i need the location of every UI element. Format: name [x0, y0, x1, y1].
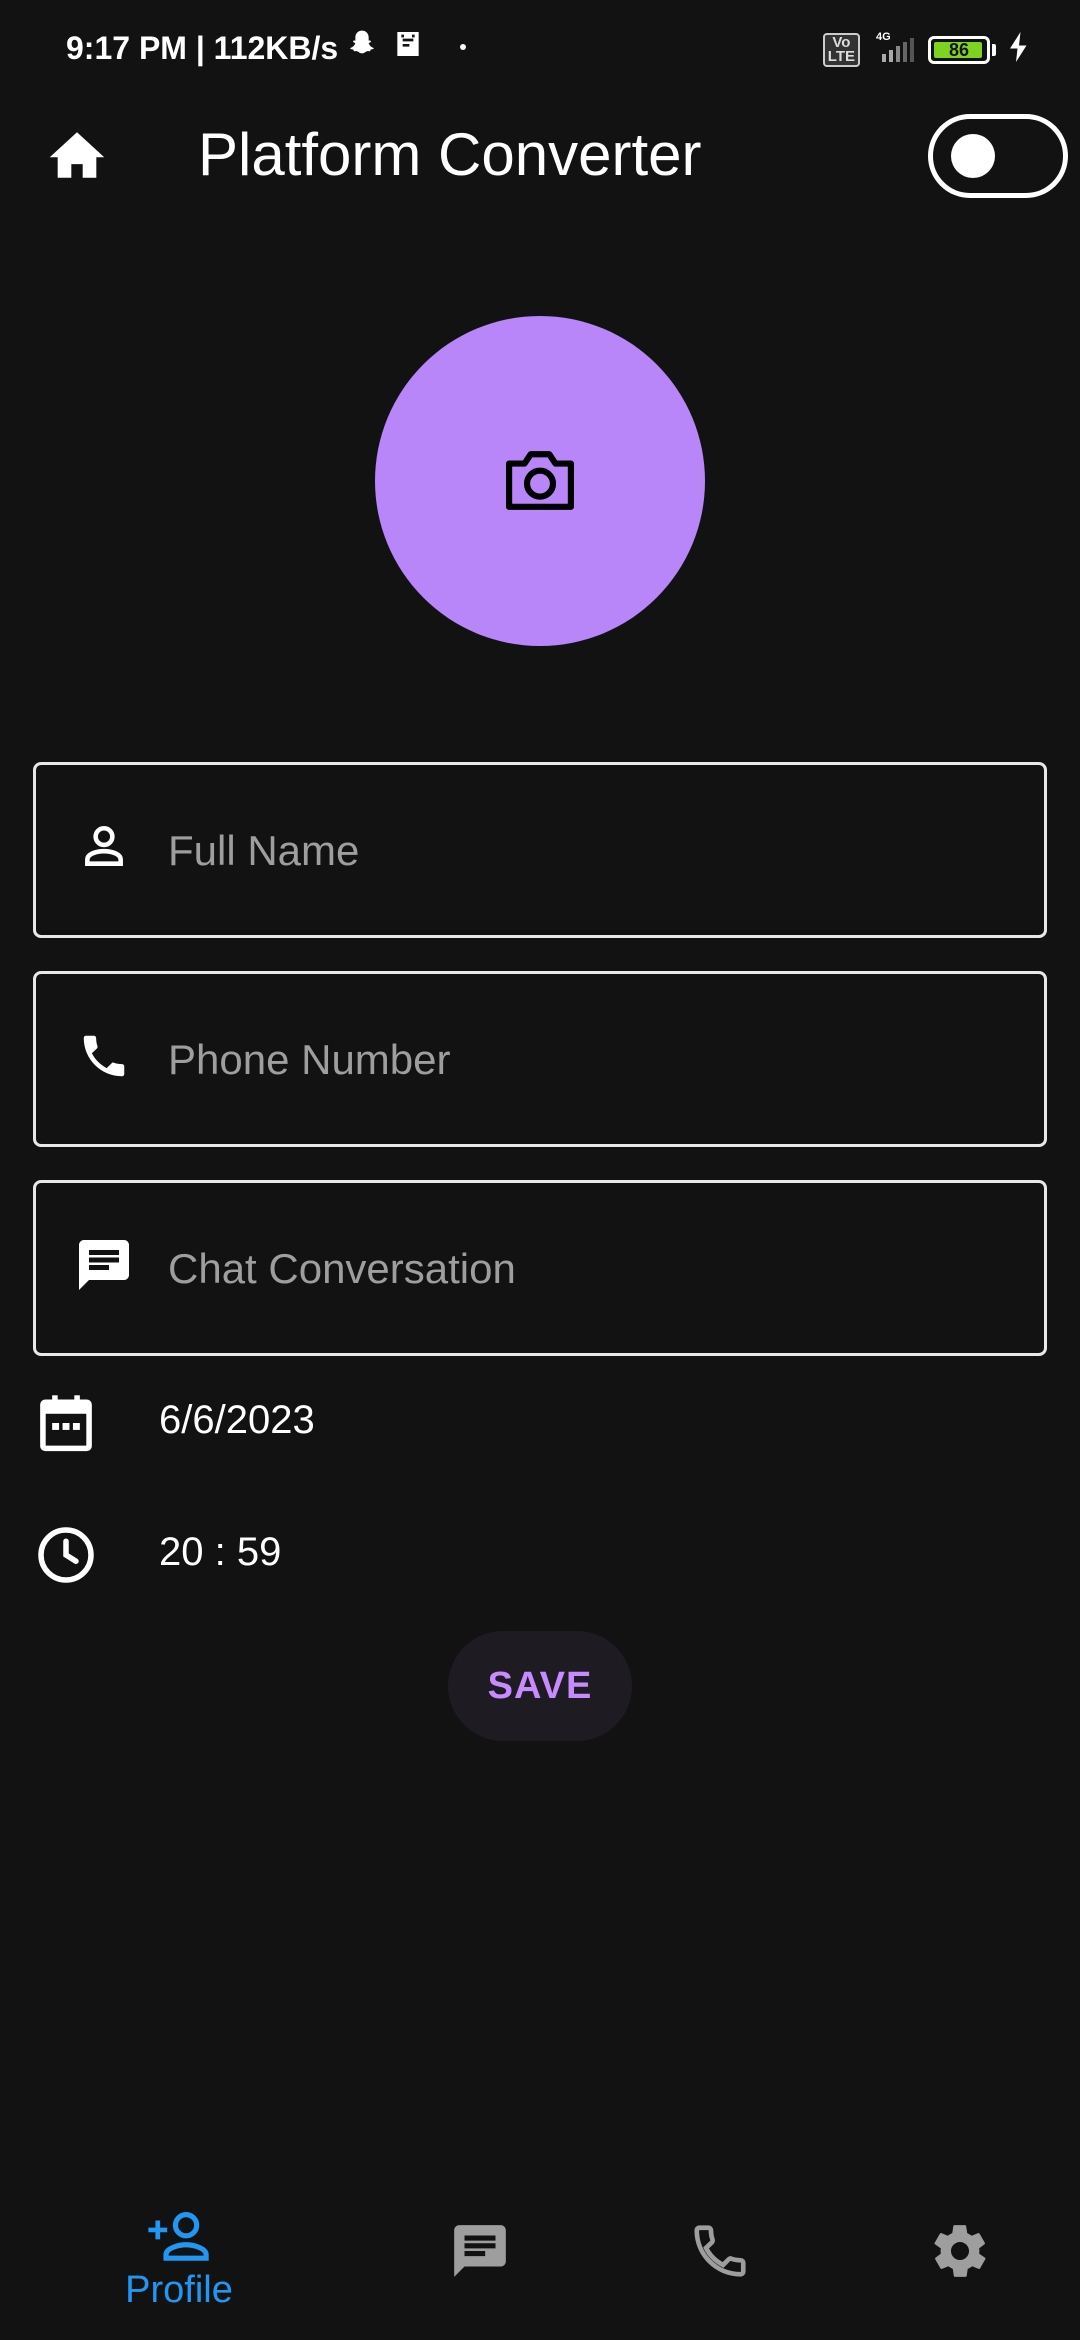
profile-photo-picker[interactable]	[375, 316, 705, 646]
battery-icon: 86	[928, 35, 990, 64]
time-row[interactable]: 20 : 59	[33, 1514, 933, 1594]
camera-icon	[502, 445, 578, 518]
nav-item-chats[interactable]	[380, 2210, 580, 2320]
calendar-icon[interactable]	[33, 1390, 99, 1456]
nav-item-settings[interactable]	[860, 2210, 1060, 2320]
time-value: 20 : 59	[159, 1530, 282, 1574]
nav-item-calls[interactable]	[620, 2210, 820, 2320]
app-title: Platform Converter	[198, 121, 702, 188]
date-value: 6/6/2023	[159, 1398, 315, 1442]
chat-conversation-field[interactable]	[33, 1180, 1047, 1356]
phone-number-field[interactable]	[33, 971, 1047, 1147]
battery-tip	[992, 43, 996, 56]
chat-icon	[72, 1233, 136, 1297]
theme-toggle-switch[interactable]	[928, 114, 1068, 198]
phone-icon	[689, 2220, 751, 2287]
bottom-navigation: Profile	[0, 2180, 1080, 2340]
status-time: 9:17 PM | 112KB/s	[66, 30, 339, 66]
save-button[interactable]: SAVE	[448, 1631, 632, 1741]
phone-icon	[72, 1024, 136, 1088]
full-name-field[interactable]	[33, 762, 1047, 938]
settings-icon	[929, 2220, 991, 2287]
system-status-icons: Vo LTE 4G 86	[822, 30, 1030, 69]
app-bar: Platform Converter	[0, 100, 1080, 212]
person-add-icon	[146, 2210, 212, 2269]
theme-toggle-knob	[951, 134, 995, 178]
screen: 9:17 PM | 112KB/s Vo LTE 4G 86 Platform …	[0, 0, 1080, 2340]
full-name-input[interactable]	[166, 805, 1010, 897]
home-button[interactable]	[46, 126, 108, 188]
charging-icon	[1008, 32, 1030, 67]
date-row[interactable]: 6/6/2023	[33, 1382, 933, 1462]
home-icon	[49, 130, 105, 185]
network-type-label: 4G	[876, 31, 891, 43]
status-bar: 9:17 PM | 112KB/s Vo LTE 4G 86	[0, 0, 1080, 100]
chat-icon	[449, 2220, 511, 2287]
clock-icon[interactable]	[33, 1522, 99, 1588]
more-notifications-dot	[460, 43, 466, 50]
nav-item-profile-label: Profile	[125, 2269, 233, 2311]
chat-conversation-input[interactable]	[166, 1223, 1010, 1315]
shopping-bag-icon	[392, 28, 424, 65]
volte-icon: Vo LTE	[822, 32, 860, 67]
phone-number-input[interactable]	[166, 1014, 1010, 1106]
signal-icon: 4G	[872, 30, 916, 69]
person-outline-icon	[72, 815, 136, 879]
nav-item-profile[interactable]: Profile	[79, 2210, 279, 2320]
snapchat-icon	[346, 28, 378, 65]
notification-icons	[346, 28, 466, 65]
battery-percent: 86	[948, 39, 970, 60]
